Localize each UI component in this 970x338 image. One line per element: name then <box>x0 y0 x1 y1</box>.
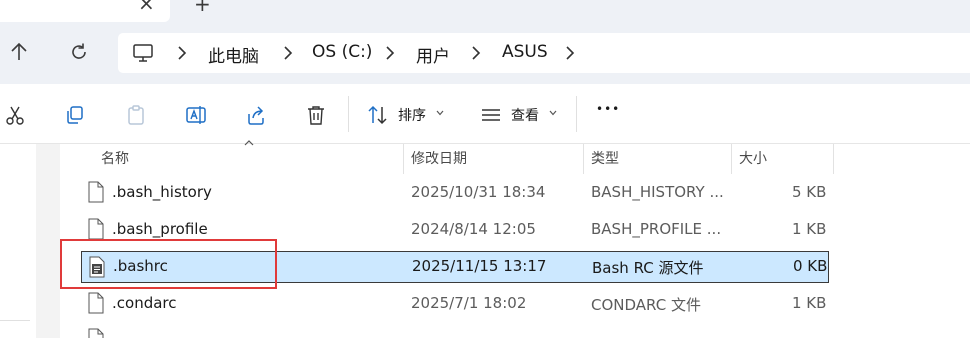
breadcrumb-asus[interactable]: ASUS <box>502 42 548 62</box>
sort-button[interactable]: 排序 <box>398 105 426 125</box>
file-size: 0 KB <box>793 257 828 275</box>
rename-icon[interactable] <box>185 104 207 126</box>
file-modified: 2025/10/31 18:34 <box>411 183 546 201</box>
column-header-modified[interactable]: 修改日期 <box>411 148 467 168</box>
table-row-partial[interactable] <box>80 324 830 338</box>
address-row: 此电脑 OS (C:) 用户 ASUS <box>0 22 970 84</box>
copy-icon[interactable] <box>64 104 86 126</box>
file-modified: 2024/8/14 12:05 <box>411 220 536 238</box>
file-type: BASH_HISTORY ... <box>591 183 724 201</box>
chevron-right-icon[interactable] <box>470 45 482 61</box>
column-divider[interactable] <box>731 144 732 174</box>
file-type: Bash RC 源文件 <box>592 259 704 277</box>
highlight-annotation <box>60 239 277 289</box>
share-icon[interactable] <box>245 104 267 126</box>
table-row[interactable]: .bash_history 2025/10/31 18:34 BASH_HIST… <box>80 177 830 209</box>
sort-icon[interactable] <box>367 104 389 126</box>
file-icon <box>88 292 104 314</box>
file-name: .bash_history <box>112 183 212 201</box>
toolbar-separator <box>576 96 577 132</box>
file-type: CONDARC 文件 <box>591 296 701 314</box>
column-divider[interactable] <box>833 144 834 174</box>
file-modified: 2025/7/1 18:02 <box>411 294 527 312</box>
file-name: .bash_profile <box>112 220 208 238</box>
cut-icon[interactable] <box>4 104 26 126</box>
chevron-right-icon[interactable] <box>282 45 294 61</box>
file-icon <box>88 328 104 338</box>
tab-strip: × + <box>0 0 970 22</box>
file-icon <box>88 218 104 240</box>
address-bar[interactable]: 此电脑 OS (C:) 用户 ASUS <box>118 33 970 73</box>
file-size: 1 KB <box>792 220 827 238</box>
table-row[interactable]: .condarc 2025/7/1 18:02 CONDARC 文件 1 KB <box>80 288 830 320</box>
column-header-type[interactable]: 类型 <box>591 148 619 168</box>
chevron-down-icon[interactable] <box>436 110 444 116</box>
nav-divider <box>0 320 30 321</box>
navigation-pane[interactable] <box>0 144 36 338</box>
paste-icon[interactable] <box>125 104 147 126</box>
file-size: 5 KB <box>792 183 827 201</box>
file-icon <box>88 181 104 203</box>
column-header-size[interactable]: 大小 <box>739 148 767 168</box>
chevron-right-icon[interactable] <box>384 45 396 61</box>
computer-icon <box>133 44 153 62</box>
more-options-icon[interactable]: ••• <box>596 102 620 116</box>
sort-ascending-icon <box>244 140 254 146</box>
view-icon[interactable] <box>480 104 502 126</box>
file-name: .condarc <box>112 294 177 312</box>
breadcrumb-users[interactable]: 用户 <box>416 42 450 67</box>
delete-icon[interactable] <box>305 104 327 126</box>
file-type: BASH_PROFILE ... <box>591 220 722 238</box>
breadcrumb-drive-c[interactable]: OS (C:) <box>312 42 372 62</box>
file-size: 1 KB <box>792 294 827 312</box>
chevron-right-icon[interactable] <box>176 45 188 61</box>
new-tab-icon[interactable]: + <box>194 0 211 16</box>
column-header-name[interactable]: 名称 <box>101 148 129 168</box>
chevron-right-icon[interactable] <box>564 45 576 61</box>
breadcrumb-this-pc[interactable]: 此电脑 <box>208 42 259 67</box>
view-button[interactable]: 查看 <box>511 105 539 125</box>
refresh-icon[interactable] <box>68 40 90 64</box>
command-bar: 排序 查看 ••• <box>0 84 970 144</box>
column-divider[interactable] <box>583 144 584 174</box>
file-modified: 2025/11/15 13:17 <box>412 257 547 275</box>
toolbar-separator <box>348 96 349 132</box>
pane-splitter[interactable] <box>36 144 60 338</box>
tab-close-icon[interactable]: × <box>138 0 155 15</box>
up-arrow-icon[interactable] <box>8 40 30 64</box>
chevron-down-icon[interactable] <box>549 110 557 116</box>
column-divider[interactable] <box>403 144 404 174</box>
